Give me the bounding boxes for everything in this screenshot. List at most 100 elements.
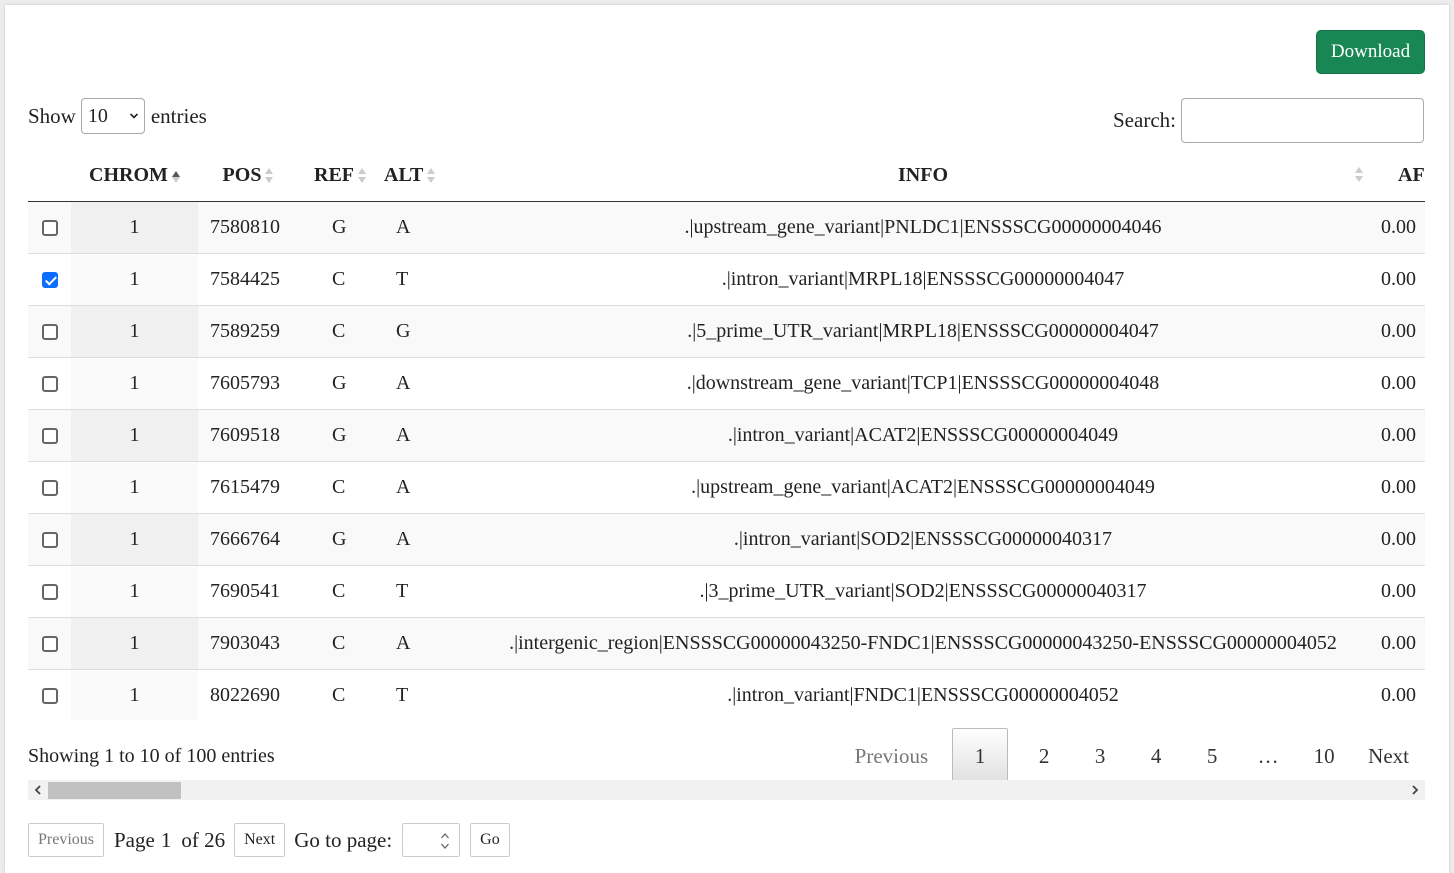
length-prefix-label: Show [28, 103, 76, 128]
page-length-value: 10 [87, 104, 108, 127]
header-alt[interactable]: ALT [382, 150, 468, 202]
pagination: Previous 1 2 3 4 5 … 10 Next [839, 728, 1425, 784]
cell-pos: 7903043 [198, 617, 298, 670]
page-length-control: Show 10 entries [28, 98, 207, 134]
row-checkbox[interactable] [41, 532, 58, 549]
page-navigator: Previous Page 1 of 26 Next Go to page: G… [28, 823, 510, 857]
pagination-previous[interactable]: Previous [839, 729, 945, 783]
header-chrom[interactable]: CHROM [71, 150, 198, 202]
cell-alt: A [382, 357, 468, 410]
row-select-cell [28, 617, 71, 670]
table-footer: Showing 1 to 10 of 100 entries Previous … [28, 723, 1425, 784]
row-checkbox[interactable] [41, 376, 58, 393]
table-row[interactable]: 1 7584425 C T .|intron_variant|MRPL18|ENSSSC… [28, 253, 1425, 306]
table-row[interactable]: 1 7666764 G A .|intron_variant|SOD2|ENSSSCG0… [28, 513, 1425, 566]
cell-ref: G [298, 201, 382, 254]
cell-af: 0.00 [1378, 565, 1425, 618]
row-select-cell [28, 513, 71, 566]
cell-alt: A [382, 461, 468, 514]
pagination-next[interactable]: Next [1352, 729, 1425, 783]
table-row[interactable]: 1 7903043 C A .|intergenic_region|ENSSSCG000… [28, 617, 1425, 670]
sort-asc-icon [171, 167, 180, 185]
sort-icon [265, 167, 274, 185]
row-checkbox[interactable] [41, 324, 58, 341]
pagination-page-10[interactable]: 10 [1296, 729, 1352, 783]
app-frame: Download Show 10 entries Search: CHROM P… [5, 5, 1449, 873]
table-row[interactable]: 1 8022690 C T .|intron_variant|FNDC1|ENSSSCG… [28, 669, 1425, 720]
download-button[interactable]: Download [1316, 30, 1425, 74]
row-checkbox[interactable] [41, 272, 58, 289]
row-checkbox[interactable] [41, 688, 58, 705]
spinner-up-icon[interactable] [441, 833, 450, 839]
cell-alt: T [382, 565, 468, 618]
row-checkbox[interactable] [41, 480, 58, 497]
table-row[interactable]: 1 7580810 G A .|upstream_gene_variant|PNLDC1… [28, 201, 1425, 254]
pagination-page-1[interactable]: 1 [952, 728, 1009, 784]
row-select-cell [28, 409, 71, 462]
header-pos[interactable]: POS [198, 150, 298, 202]
cell-info: .|5_prime_UTR_variant|MRPL18|ENSSSCG0000… [468, 305, 1378, 358]
spinner-down-icon[interactable] [441, 843, 450, 849]
cell-info: .|3_prime_UTR_variant|SOD2|ENSSSCG000000… [468, 565, 1378, 618]
scrollbar-thumb[interactable] [48, 782, 181, 799]
cell-info: .|intron_variant|ACAT2|ENSSSCG0000000404… [468, 409, 1378, 462]
goto-page-input[interactable] [402, 823, 461, 857]
table-body: 1 7580810 G A .|upstream_gene_variant|PNLDC1… [28, 201, 1425, 720]
cell-af: 0.00 [1378, 201, 1425, 254]
page-length-select[interactable]: 10 [80, 98, 145, 134]
length-suffix-label: entries [150, 103, 207, 128]
cell-pos: 7584425 [198, 253, 298, 306]
horizontal-scrollbar[interactable] [28, 780, 1425, 800]
table-row[interactable]: 1 7690541 C T .|3_prime_UTR_variant|SOD2|ENS… [28, 565, 1425, 618]
cell-alt: A [382, 617, 468, 670]
table-row[interactable]: 1 7615479 C A .|upstream_gene_variant|ACAT2|… [28, 461, 1425, 514]
cell-pos: 7589259 [198, 305, 298, 358]
row-checkbox[interactable] [41, 584, 58, 601]
sort-icon [358, 167, 366, 185]
table-header-row: CHROM POS REF ALT INFO AF [28, 150, 1425, 202]
table-row[interactable]: 1 7589259 C G .|5_prime_UTR_variant|MRPL18|E… [28, 305, 1425, 358]
chevron-left-icon[interactable] [32, 784, 44, 796]
goto-page-label: Go to page: [294, 827, 393, 852]
row-select-cell [28, 461, 71, 514]
row-checkbox[interactable] [41, 636, 58, 653]
pagination-page-3[interactable]: 3 [1072, 729, 1128, 783]
cell-ref: G [298, 409, 382, 462]
header-info[interactable]: INFO [468, 150, 1378, 202]
page-total-label: of 26 [181, 827, 226, 852]
cell-chrom: 1 [71, 513, 198, 566]
row-select-cell [28, 565, 71, 618]
header-select [28, 150, 71, 202]
bottom-next-button[interactable]: Next [234, 823, 286, 857]
cell-chrom: 1 [71, 617, 198, 670]
row-checkbox[interactable] [41, 220, 58, 237]
cell-pos: 7666764 [198, 513, 298, 566]
cell-pos: 7609518 [198, 409, 298, 462]
page-prefix-label: Page [114, 827, 155, 852]
sort-icon [1355, 166, 1363, 184]
cell-af: 0.00 [1378, 409, 1425, 462]
cell-ref: G [298, 357, 382, 410]
pagination-page-2[interactable]: 2 [1016, 729, 1072, 783]
go-button[interactable]: Go [470, 823, 510, 857]
pagination-page-4[interactable]: 4 [1128, 729, 1184, 783]
bottom-previous-button[interactable]: Previous [28, 823, 104, 857]
table-row[interactable]: 1 7605793 G A .|downstream_gene_variant|TCP1… [28, 357, 1425, 410]
pagination-page-5[interactable]: 5 [1184, 729, 1240, 783]
cell-af: 0.00 [1378, 461, 1425, 514]
cell-info: .|intergenic_region|ENSSSCG00000043250-F… [468, 617, 1378, 670]
header-af[interactable]: AF [1378, 150, 1425, 202]
cell-chrom: 1 [71, 253, 198, 306]
cell-af: 0.00 [1378, 669, 1425, 720]
header-ref[interactable]: REF [298, 150, 382, 202]
cell-pos: 7690541 [198, 565, 298, 618]
table-row[interactable]: 1 7609518 G A .|intron_variant|ACAT2|ENSSSCG… [28, 409, 1425, 462]
row-checkbox[interactable] [41, 428, 58, 445]
chevron-right-icon[interactable] [1409, 784, 1421, 796]
search-input[interactable] [1180, 98, 1424, 143]
cell-chrom: 1 [71, 565, 198, 618]
row-select-cell [28, 305, 71, 358]
variants-table: CHROM POS REF ALT INFO AF 1 7580810 G A .|up… [28, 150, 1425, 720]
cell-pos: 7580810 [198, 201, 298, 254]
cell-ref: C [298, 305, 382, 358]
